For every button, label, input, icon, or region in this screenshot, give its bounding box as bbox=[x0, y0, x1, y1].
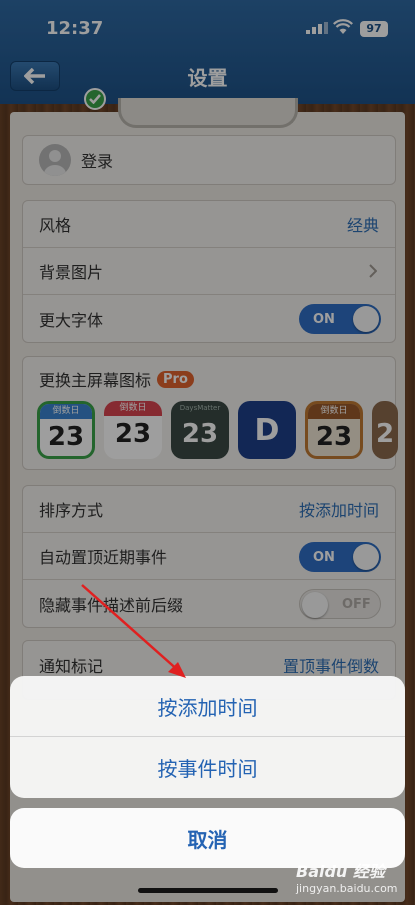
watermark-logo: Baidu 经验 bbox=[296, 862, 385, 881]
baidu-watermark: Baidu 经验 jingyan.baidu.com bbox=[296, 858, 398, 895]
annotation-arrow-icon bbox=[81, 584, 186, 678]
watermark-url: jingyan.baidu.com bbox=[296, 882, 398, 895]
home-indicator bbox=[138, 888, 278, 893]
